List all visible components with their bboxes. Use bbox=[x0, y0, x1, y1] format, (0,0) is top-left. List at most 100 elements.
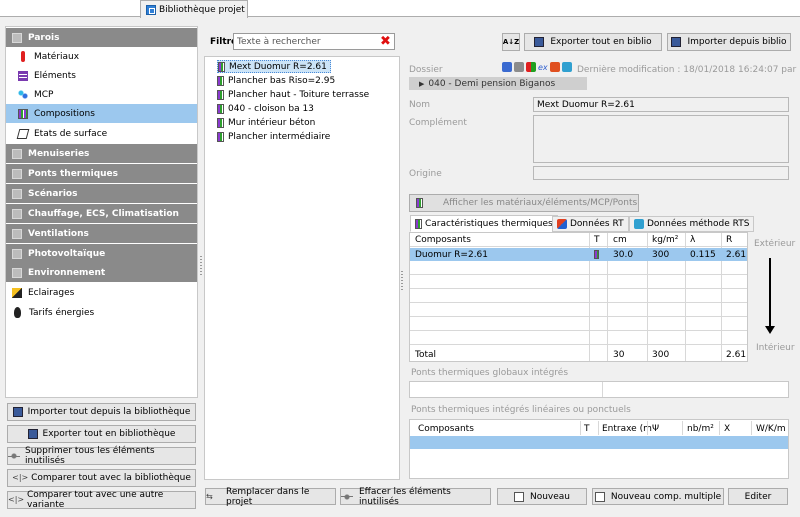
solar-icon bbox=[12, 248, 22, 259]
edit-button[interactable]: Editer bbox=[728, 488, 788, 505]
ex-icon[interactable]: ex bbox=[538, 63, 548, 72]
show-materials-button[interactable]: Afficher les matériaux/éléments/MCP/Pont… bbox=[409, 194, 639, 212]
splitter-handle[interactable] bbox=[200, 255, 202, 275]
origine-field[interactable] bbox=[533, 166, 789, 180]
sidebar-item-tarifs-energies[interactable]: Tarifs énergies bbox=[6, 303, 197, 322]
splitter-handle[interactable] bbox=[401, 270, 403, 290]
sort-icon: A↓Z bbox=[502, 38, 520, 46]
composition-icon bbox=[18, 108, 28, 119]
col-kg[interactable]: kg/m² bbox=[652, 233, 678, 246]
lamp-icon bbox=[12, 287, 22, 298]
dossier-label: Dossier bbox=[409, 65, 443, 75]
walls-icon bbox=[12, 32, 22, 43]
arrow-down-icon bbox=[765, 326, 775, 334]
thermometer-icon bbox=[21, 51, 25, 62]
col-composants[interactable]: Composants bbox=[418, 422, 474, 435]
sidebar-item-ponts-thermiques[interactable]: Ponts thermiques bbox=[6, 164, 197, 183]
tab-bibliotheque-projet[interactable]: Bibliothèque projet bbox=[140, 0, 248, 18]
col-psi[interactable]: Ψ bbox=[652, 422, 659, 435]
new-button[interactable]: Nouveau bbox=[497, 488, 587, 505]
sidebar-item-materiaux[interactable]: Matériaux bbox=[6, 47, 197, 66]
sidebar-item-scenarios[interactable]: Scénarios bbox=[6, 184, 197, 203]
sidebar-item-etats-surface[interactable]: Etats de surface bbox=[6, 124, 197, 143]
col-wkm[interactable]: W/K/m bbox=[756, 422, 786, 435]
multicolor-icon[interactable] bbox=[526, 62, 536, 72]
gear-icon[interactable] bbox=[514, 62, 524, 72]
sidebar-item-chauffage[interactable]: Chauffage, ECS, Climatisation bbox=[6, 204, 197, 223]
sidebar-item-environnement[interactable]: Environnement bbox=[6, 263, 197, 282]
clean-unused-button[interactable]: Effacer les éléments inutilisés bbox=[340, 487, 491, 507]
col-t[interactable]: T bbox=[584, 422, 590, 435]
complement-field[interactable] bbox=[533, 115, 789, 163]
brick-icon bbox=[18, 70, 28, 81]
search-input[interactable]: Texte à rechercher ✖ bbox=[233, 33, 395, 50]
sidebar: Parois Matériaux Eléments MCP Compositio… bbox=[5, 26, 198, 398]
nom-field[interactable]: Mext Duomur R=2.61 bbox=[533, 97, 789, 112]
ponts-lineaires-table: Composants T Entraxe (m Ψ nb/m² X W/K/m bbox=[409, 419, 789, 479]
composition-icon bbox=[217, 103, 224, 114]
export-all-button[interactable]: Exporter tout en bibliothèque bbox=[7, 425, 196, 443]
tab-donnees-rts[interactable]: Données méthode RTS bbox=[629, 216, 755, 232]
direction-arrow bbox=[769, 258, 771, 328]
ponts-lineaires-title: Ponts thermiques intégrés linéaires ou p… bbox=[411, 405, 631, 415]
col-x[interactable]: X bbox=[724, 422, 730, 435]
replace-in-project-button[interactable]: ⇆ Remplacer dans le projet bbox=[205, 487, 336, 507]
tab-donnees-rt[interactable]: Données RT bbox=[552, 216, 629, 232]
scenario-icon bbox=[12, 188, 22, 199]
sidebar-item-compositions[interactable]: Compositions bbox=[6, 104, 197, 123]
compare-library-button[interactable]: <|> Comparer tout avec la bibliothèque bbox=[7, 469, 196, 487]
sort-button[interactable]: A↓Z bbox=[502, 33, 520, 51]
export-to-library-button[interactable]: Exporter tout en biblio bbox=[524, 33, 662, 51]
replace-icon: ⇆ bbox=[206, 491, 213, 501]
composition-icon bbox=[217, 117, 224, 128]
compare-icon: <|> bbox=[8, 495, 25, 504]
interior-label: Intérieur bbox=[756, 343, 795, 353]
cleanup-icon bbox=[8, 451, 20, 461]
col-lambda[interactable]: λ bbox=[690, 233, 695, 246]
import-from-library-button[interactable]: Importer depuis biblio bbox=[667, 33, 791, 51]
dossier-path[interactable]: ▶ 040 - Demi pension Biganos bbox=[409, 77, 587, 90]
col-nb[interactable]: nb/m² bbox=[687, 422, 714, 435]
fan-icon bbox=[12, 228, 22, 239]
cleanup-icon bbox=[341, 492, 353, 501]
list-item[interactable]: Mext Duomur R=2.61 bbox=[217, 60, 331, 73]
surface-icon bbox=[16, 128, 30, 139]
sidebar-item-photovoltaique[interactable]: Photovoltaïque bbox=[6, 244, 197, 263]
table-row[interactable] bbox=[410, 436, 788, 449]
globe-icon[interactable] bbox=[502, 62, 512, 72]
list-item[interactable]: Plancher intermédiaire bbox=[217, 130, 333, 143]
composition-icon bbox=[217, 131, 224, 142]
sidebar-item-eclairages[interactable]: Eclairages bbox=[6, 283, 197, 302]
house-icon[interactable] bbox=[549, 62, 560, 72]
col-entraxe[interactable]: Entraxe (m bbox=[602, 422, 652, 435]
col-composants[interactable]: Composants bbox=[415, 233, 471, 246]
sidebar-item-ventilations[interactable]: Ventilations bbox=[6, 224, 197, 243]
sidebar-item-elements[interactable]: Eléments bbox=[6, 66, 197, 85]
last-modified: Dernière modification : 18/01/2018 16:24… bbox=[577, 65, 800, 75]
col-cm[interactable]: cm bbox=[613, 233, 627, 246]
list-item[interactable]: Plancher bas Riso=2.95 bbox=[217, 74, 338, 87]
house-blue-icon[interactable] bbox=[561, 62, 572, 72]
import-icon bbox=[12, 407, 23, 417]
list-item[interactable]: Mur intérieur béton bbox=[217, 116, 318, 129]
tab-caracteristiques-thermiques[interactable]: Caractéristiques thermiques bbox=[410, 215, 558, 232]
chevron-right-icon: ▶ bbox=[419, 79, 425, 88]
list-item[interactable]: Plancher haut - Toiture terrasse bbox=[217, 88, 372, 101]
composition-icon bbox=[594, 250, 599, 259]
delete-unused-button[interactable]: Supprimer tous les éléments inutilisés bbox=[7, 446, 196, 466]
col-t[interactable]: T bbox=[594, 233, 600, 246]
sidebar-item-parois[interactable]: Parois bbox=[6, 28, 197, 47]
clear-filter-icon[interactable]: ✖ bbox=[379, 35, 392, 48]
total-row: Total 30 300 2.61 bbox=[415, 349, 747, 360]
sidebar-item-mcp[interactable]: MCP bbox=[6, 85, 197, 104]
col-r[interactable]: R bbox=[726, 233, 732, 246]
import-all-button[interactable]: Importer tout depuis la bibliothèque bbox=[7, 403, 196, 421]
mcp-icon bbox=[18, 89, 28, 100]
sidebar-item-menuiseries[interactable]: Menuiseries bbox=[6, 144, 197, 163]
new-multiple-button[interactable]: Nouveau comp. multiple bbox=[592, 488, 724, 505]
table-row[interactable]: Duomur R=2.61 30.0 300 0.115 2.61 bbox=[410, 248, 747, 261]
leaf-icon bbox=[12, 267, 22, 278]
list-item[interactable]: 040 - cloison ba 13 bbox=[217, 102, 317, 115]
house-blue-icon bbox=[634, 219, 644, 229]
compare-variant-button[interactable]: <|> Comparer tout avec une autre variante bbox=[7, 490, 196, 510]
